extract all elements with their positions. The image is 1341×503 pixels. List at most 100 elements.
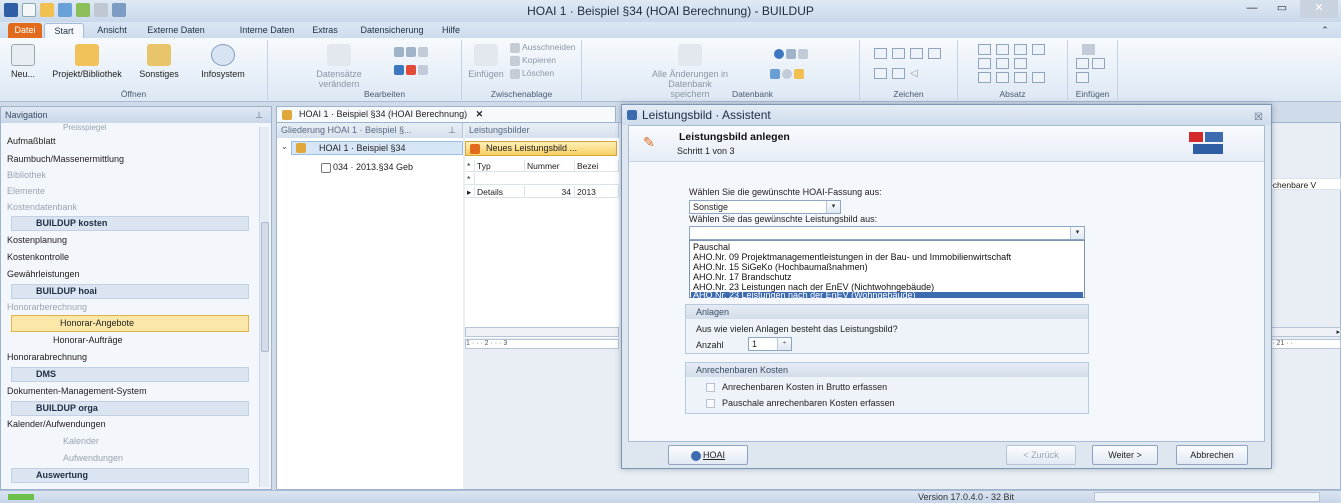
tab-datensicherung[interactable]: Datensicherung xyxy=(352,23,432,38)
pauschale-checkbox[interactable] xyxy=(706,399,715,408)
nav-item-bibliothek[interactable]: Bibliothek xyxy=(7,170,46,180)
nav-item-raumbuch[interactable]: Raumbuch/Massenermittlung xyxy=(7,154,124,164)
insert-icon[interactable] xyxy=(1076,58,1089,69)
nav-item-honorarberechnung[interactable]: Honorarberechnung xyxy=(7,302,87,312)
nav-item-dms[interactable]: Dokumenten-Management-System xyxy=(7,386,147,396)
grid-hscrollbar[interactable] xyxy=(465,327,619,337)
grid-new-row[interactable]: * xyxy=(465,173,619,185)
datenbank-tools-2[interactable] xyxy=(770,68,806,79)
nav-section-hoai[interactable]: BUILDUP hoai xyxy=(11,284,249,299)
loeschen-button[interactable]: Löschen xyxy=(510,68,554,79)
spelling-icon[interactable] xyxy=(978,72,991,83)
minimize-button[interactable]: — xyxy=(1238,0,1266,18)
nav-scroll-thumb[interactable] xyxy=(261,222,269,352)
nav-item-kostendatenbank[interactable]: Kostendatenbank xyxy=(7,202,77,212)
font-size-down-icon[interactable] xyxy=(892,68,905,79)
abbrechen-button[interactable]: Abbrechen xyxy=(1176,445,1248,465)
col-bezeichnung[interactable]: Bezei xyxy=(575,160,619,172)
nav-item-honorar-auftraege[interactable]: Honorar-Aufträge xyxy=(53,335,123,345)
nav-item-elemente[interactable]: Elemente xyxy=(7,186,45,196)
table-icon[interactable] xyxy=(1076,72,1089,83)
nav-section-dms[interactable]: DMS xyxy=(11,367,249,382)
anzahl-stepper[interactable]: 1 ÷ xyxy=(748,337,792,351)
leistungsbild-dropdown-list: Pauschal AHO.Nr. 09 Projektmanagementlei… xyxy=(689,240,1085,298)
nav-item-preisspiegel[interactable]: Preisspiegel xyxy=(63,123,107,132)
right-hscrollbar[interactable]: ▸ xyxy=(1267,327,1341,337)
tab-externe-daten[interactable]: Externe Daten xyxy=(140,23,212,38)
nav-scrollbar[interactable] xyxy=(259,127,269,487)
pin-icon[interactable]: ⊥ xyxy=(448,123,456,138)
bearbeiten-tools-2[interactable] xyxy=(394,64,430,75)
ribbon-collapse-icon[interactable]: ⌃ xyxy=(1318,23,1332,38)
tree-child-node[interactable]: 034 · 2013.§34 Geb xyxy=(321,162,413,173)
nav-item-aufwendungen[interactable]: Aufwendungen xyxy=(63,453,123,463)
tab-interne-daten[interactable]: Interne Daten xyxy=(232,23,302,38)
indent-icon[interactable] xyxy=(978,58,991,69)
chevron-down-icon[interactable]: ▾ xyxy=(826,201,840,213)
col-nummer[interactable]: Nummer xyxy=(525,160,575,172)
font-size-up-icon[interactable] xyxy=(874,68,887,79)
close-tab-icon[interactable]: ✕ xyxy=(476,109,484,119)
nav-section-kosten[interactable]: BUILDUP kosten xyxy=(11,216,249,231)
brutto-checkbox[interactable] xyxy=(706,383,715,392)
collapse-icon[interactable]: ⌄ xyxy=(281,142,288,151)
fassung-select[interactable]: Sonstige ▾ xyxy=(689,200,841,214)
chevron-down-icon[interactable]: ▾ xyxy=(1070,227,1084,239)
einfuegen-paste-button[interactable]: Einfügen xyxy=(466,44,506,79)
nav-item-honorar-angebote[interactable]: Honorar-Angebote xyxy=(11,315,249,332)
tab-hilfe[interactable]: Hilfe xyxy=(436,23,466,38)
image-icon[interactable] xyxy=(1082,44,1095,55)
spacing-icon[interactable] xyxy=(996,72,1009,83)
bold-icon[interactable] xyxy=(874,48,887,59)
align-left-icon[interactable] xyxy=(978,44,991,55)
hoai-button[interactable]: HOAI xyxy=(668,445,748,465)
maximize-button[interactable]: ▭ xyxy=(1268,0,1296,18)
tab-extras[interactable]: Extras xyxy=(305,23,345,38)
list-icon[interactable] xyxy=(1014,58,1027,69)
zurueck-button[interactable]: < Zurück xyxy=(1006,445,1076,465)
infosystem-button[interactable]: Infosystem xyxy=(190,44,256,79)
bearbeiten-tools[interactable] xyxy=(394,46,430,57)
neu-button[interactable]: Neu... xyxy=(6,44,40,79)
outdent-icon[interactable] xyxy=(996,58,1009,69)
underline-icon[interactable] xyxy=(910,48,923,59)
nav-section-orga[interactable]: BUILDUP orga xyxy=(11,401,249,416)
justify-icon[interactable] xyxy=(1032,44,1045,55)
ausschneiden-button[interactable]: Ausschneiden xyxy=(510,42,575,53)
align-center-icon[interactable] xyxy=(996,44,1009,55)
projekt-bibliothek-button[interactable]: Projekt/Bibliothek xyxy=(46,44,128,79)
insert-field-icon[interactable] xyxy=(1092,58,1105,69)
italic-icon[interactable] xyxy=(892,48,905,59)
close-button[interactable]: ✕ xyxy=(1300,0,1338,18)
nav-item-kalender-aufwendungen[interactable]: Kalender/Aufwendungen xyxy=(7,419,106,429)
nav-item-kostenkontrolle[interactable]: Kostenkontrolle xyxy=(7,252,69,262)
tab-datei[interactable]: Datei xyxy=(8,23,42,38)
tab-start[interactable]: Start xyxy=(44,23,84,38)
tree-root-node[interactable]: HOAI 1 · Beispiel §34 xyxy=(291,141,463,155)
weiter-button[interactable]: Weiter > xyxy=(1092,445,1158,465)
border-icon[interactable] xyxy=(1014,72,1027,83)
kopieren-button[interactable]: Kopieren xyxy=(510,55,556,66)
align-right-icon[interactable] xyxy=(1014,44,1027,55)
nav-section-auswertung[interactable]: Auswertung xyxy=(11,468,249,483)
nav-item-honorarabrechnung[interactable]: Honorarabrechnung xyxy=(7,352,87,362)
nav-item-kalender[interactable]: Kalender xyxy=(63,436,99,446)
nav-item-aufmassblatt[interactable]: Aufmaßblatt xyxy=(7,136,56,146)
col-typ[interactable]: Typ xyxy=(475,160,525,172)
tab-ansicht[interactable]: Ansicht xyxy=(90,23,134,38)
table-row[interactable]: ▸ Details 34 2013 xyxy=(465,186,619,198)
pin-icon[interactable]: ⊥ xyxy=(255,107,263,123)
leistungsbild-select[interactable]: ▾ xyxy=(689,226,1085,240)
neues-leistungsbild-button[interactable]: Neues Leistungsbild ... xyxy=(465,141,617,156)
list-item-selected[interactable]: AHO.Nr. 23 Leistungen nach der EnEV (Woh… xyxy=(691,292,1083,298)
strike-icon[interactable] xyxy=(928,48,941,59)
shading-icon[interactable] xyxy=(1032,72,1045,83)
nav-item-gewaehrleistungen[interactable]: Gewährleistungen xyxy=(7,269,80,279)
spinner-icon[interactable]: ÷ xyxy=(777,338,791,350)
document-tab[interactable]: HOAI 1 · Beispiel §34 (HOAI Berechnung) … xyxy=(276,106,616,122)
datensaetze-button[interactable]: Datensätze verändern xyxy=(314,44,364,89)
sonstiges-button[interactable]: Sonstiges xyxy=(134,44,184,79)
nav-item-kostenplanung[interactable]: Kostenplanung xyxy=(7,235,67,245)
text-color-icon[interactable]: ◁ xyxy=(910,68,923,79)
datenbank-tools[interactable] xyxy=(774,48,810,59)
